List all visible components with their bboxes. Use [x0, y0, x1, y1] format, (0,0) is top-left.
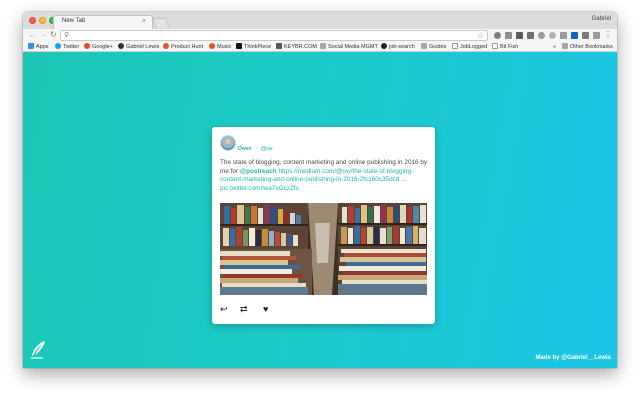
bookmark-job-search[interactable]: job-search [381, 43, 415, 51]
bookmark-social-media-mgmt[interactable]: Social Media MGMT [320, 43, 378, 51]
bookmarks-bar: Apps Twitter Google+ Gabriel Lewis Produ… [23, 42, 617, 52]
twitter-icon [55, 43, 61, 49]
circle-icon[interactable] [549, 32, 556, 39]
spiral-icon [118, 43, 124, 49]
keyboard-icon [276, 43, 282, 49]
bookmark-keybr[interactable]: KEYBR.COM [276, 43, 317, 51]
author-name[interactable]: Owen [238, 146, 252, 152]
tab-strip: New Tab × Gabriel [23, 12, 617, 29]
tab-close-icon[interactable]: × [142, 17, 146, 27]
back-icon[interactable]: ← [28, 30, 36, 40]
apps-grid-icon [28, 43, 34, 49]
tweet-image-bookstore[interactable] [220, 203, 427, 295]
linkedin-icon[interactable] [571, 32, 578, 39]
reply-icon[interactable]: ↩ [220, 303, 228, 315]
folder-icon [421, 43, 427, 49]
author-handle[interactable]: @ow [261, 146, 272, 152]
grid-icon[interactable] [593, 32, 600, 39]
like-heart-icon[interactable]: ♥ [263, 303, 268, 315]
tweet-text: The state of blogging, content marketing… [220, 159, 428, 193]
bookmark-joblogged[interactable]: JobLogged [452, 43, 487, 51]
google-plus-icon [84, 43, 90, 49]
product-hunt-icon [163, 43, 169, 49]
browser-window: New Tab × Gabriel ← → ↻ ⚲ ☆ ⋮ Apps Twitt… [23, 12, 617, 368]
camera-icon[interactable] [505, 32, 512, 39]
github-icon [381, 43, 387, 49]
music-icon [209, 43, 215, 49]
folder-icon [562, 43, 568, 49]
folder-icon [320, 43, 326, 49]
thinkpiece-icon [236, 43, 242, 49]
bookmark-twitter[interactable]: Twitter [55, 43, 79, 51]
shield-icon[interactable] [494, 32, 501, 39]
close-window-button[interactable] [29, 17, 36, 24]
retweet-icon[interactable]: ⇄ [240, 303, 248, 315]
sync-icon[interactable] [538, 32, 545, 39]
quill-logo-icon [31, 341, 45, 359]
bookmark-guides[interactable]: Guides [421, 43, 446, 51]
translate-icon[interactable] [582, 32, 589, 39]
bookmark-apps[interactable]: Apps [28, 43, 49, 51]
bookmark-icon[interactable] [516, 32, 523, 39]
reload-icon[interactable]: ↻ [50, 30, 57, 40]
tab-new-tab[interactable]: New Tab × [53, 15, 153, 29]
forward-icon[interactable]: → [39, 30, 47, 40]
new-tab-page: Owen › @ow The state of blogging, conten… [23, 52, 617, 368]
page-icon [492, 43, 498, 49]
other-bookmarks[interactable]: Other Bookmarks [562, 43, 613, 51]
mention-link[interactable]: @postreach [240, 168, 277, 175]
bookmark-thinkpiece[interactable]: ThinkPiece [236, 43, 271, 51]
new-tab-button[interactable] [152, 18, 170, 28]
search-icon: ⚲ [64, 32, 70, 39]
avatar[interactable] [220, 135, 236, 151]
profile-button[interactable]: Gabriel [592, 16, 611, 22]
menu-icon[interactable]: ⋮ [604, 30, 612, 40]
bookmark-google-plus[interactable]: Google+ [84, 43, 113, 51]
author-separator: › [256, 145, 258, 151]
tab-title: New Tab [62, 18, 86, 24]
tag-icon[interactable] [560, 32, 567, 39]
bookmarks-overflow-icon[interactable]: » [553, 43, 556, 51]
bookmark-product-hunt[interactable]: Product Hunt [163, 43, 203, 51]
bookmark-star-icon[interactable]: ☆ [477, 31, 484, 40]
address-input[interactable] [72, 31, 472, 40]
address-bar[interactable]: ⚲ ☆ [60, 30, 488, 41]
cast-icon[interactable] [527, 32, 534, 39]
tweet-card: Owen › @ow The state of blogging, conten… [212, 127, 435, 324]
bookmark-bit-fish[interactable]: Bit Fish [492, 43, 518, 51]
bookmark-gabriel-lewis[interactable]: Gabriel Lewis [118, 43, 159, 51]
bookmark-music[interactable]: Music [209, 43, 231, 51]
minimize-window-button[interactable] [39, 17, 46, 24]
made-by-credit[interactable]: Made by @Gabriel__Lewis [535, 355, 611, 361]
browser-toolbar: ← → ↻ ⚲ ☆ ⋮ [23, 29, 617, 42]
page-icon [452, 43, 458, 49]
